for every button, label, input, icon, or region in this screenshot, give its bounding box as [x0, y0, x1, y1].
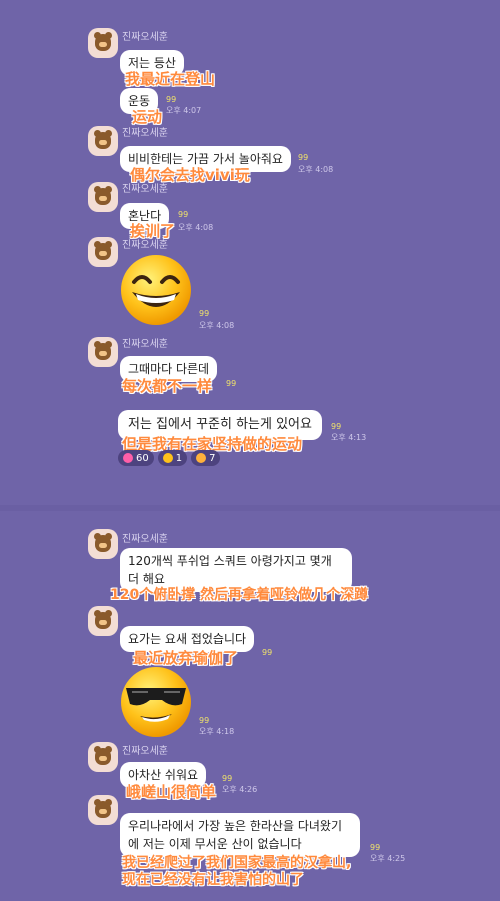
panel-divider — [0, 505, 500, 511]
avatar[interactable] — [88, 529, 118, 559]
avatar[interactable] — [88, 742, 118, 772]
message-time: 오후 4:25 — [370, 854, 406, 863]
read-count: 99 — [199, 716, 210, 725]
read-count: 99 — [262, 648, 273, 657]
avatar[interactable] — [88, 126, 118, 156]
laugh-icon — [162, 453, 173, 463]
read-count: 99 — [298, 153, 309, 162]
avatar[interactable] — [88, 237, 118, 267]
reaction-chip[interactable]: 60 — [118, 450, 154, 466]
surprised-icon — [196, 453, 207, 463]
avatar[interactable] — [88, 606, 118, 636]
sender-name: 진짜오세훈 — [122, 240, 168, 251]
sunglasses-face-icon[interactable] — [118, 664, 194, 744]
message-time: 오후 4:18 — [199, 727, 235, 736]
read-count: 99 — [166, 95, 177, 104]
message-time: 오후 4:07 — [166, 106, 202, 115]
avatar[interactable] — [88, 337, 118, 367]
message-time: 오후 4:08 — [178, 223, 214, 232]
avatar[interactable] — [88, 795, 118, 825]
read-count: 99 — [226, 379, 237, 388]
read-count: 99 — [178, 210, 189, 219]
avatar[interactable] — [88, 182, 118, 212]
subtitle-caption: 120个俯卧撑 然后再拿着哑铃做几个深蹲 — [110, 587, 369, 603]
grinning-face-icon[interactable] — [118, 252, 194, 332]
sender-name: 진짜오세훈 — [122, 746, 168, 757]
reaction-bar: 60 1 7 — [118, 450, 221, 466]
read-count: 99 — [199, 309, 210, 318]
reaction-chip[interactable]: 7 — [191, 450, 221, 466]
message-time: 오후 4:08 — [199, 321, 235, 330]
message-time: 오후 4:08 — [298, 165, 334, 174]
read-count: 99 — [331, 422, 342, 431]
sender-name: 진짜오세훈 — [122, 534, 168, 545]
message-bubble[interactable]: 우리나라에서 가장 높은 한라산을 다녀왔기에 저는 이제 무서운 산이 없습니… — [120, 813, 360, 857]
heart-icon — [123, 453, 133, 463]
subtitle-caption: 每次都不一样 — [122, 377, 213, 395]
subtitle-caption: 我最近在登山 — [125, 70, 216, 88]
subtitle-caption: 峨嵯山很简单 — [126, 783, 217, 801]
reaction-count: 60 — [136, 452, 149, 464]
sender-name: 진짜오세훈 — [122, 184, 168, 195]
read-count: 99 — [370, 843, 381, 852]
avatar[interactable] — [88, 28, 118, 58]
sender-name: 진짜오세훈 — [122, 32, 168, 43]
reaction-chip[interactable]: 1 — [157, 450, 188, 466]
sender-name: 진짜오세훈 — [122, 339, 168, 350]
message-time: 오후 4:13 — [331, 433, 367, 442]
message-time: 오후 4:26 — [222, 785, 258, 794]
reaction-count: 7 — [209, 452, 216, 464]
reaction-count: 1 — [175, 452, 183, 464]
subtitle-caption: 我已经爬过了我们国家最高的汉拿山, 现在已经没有让我害怕的山了 — [122, 855, 352, 888]
read-count: 99 — [222, 774, 233, 783]
sender-name: 진짜오세훈 — [122, 128, 168, 139]
